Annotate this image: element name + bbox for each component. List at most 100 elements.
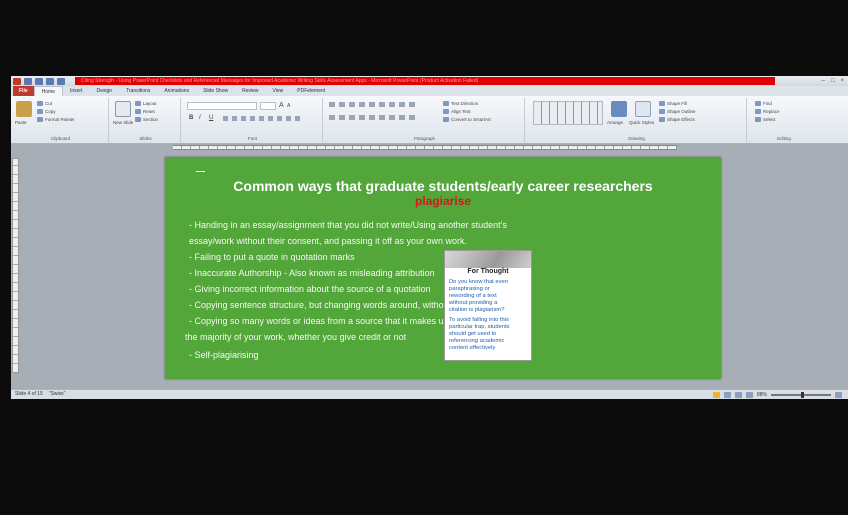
window-title: Citing Strength - Using PowerPoint Check… [75,77,775,85]
tab-view[interactable]: View [266,86,291,96]
for-thought-callout[interactable]: For Thought Do you know that even paraph… [444,250,532,361]
zoom-level[interactable]: 88% [757,392,767,398]
tab-file[interactable]: File [13,86,34,96]
slide-sorter-icon[interactable] [723,392,731,398]
italic-button[interactable]: I [199,115,201,121]
text-direction-button[interactable]: Text Direction [443,101,478,106]
clipboard-label: Clipboard [50,136,71,141]
slide-title-main: Common ways that graduate students/early… [233,178,653,194]
maximize-button[interactable]: □ [831,77,835,85]
font-name-box[interactable] [187,102,257,110]
font-format-icons[interactable] [223,116,303,121]
callout-image [445,251,531,268]
callout-line: without providing a [449,300,498,306]
paste-icon[interactable] [16,101,32,117]
minimize-button[interactable]: – [822,77,825,85]
paint-bucket-icon [659,101,665,106]
reset-label: Reset [143,109,155,114]
layout-label: Layout [143,101,157,106]
align-text-button[interactable]: Align Text [443,109,470,114]
quick-styles-icon[interactable] [635,101,651,117]
vertical-ruler [12,158,19,373]
callout-title: For Thought [467,268,509,275]
status-left: Slide 4 of 15 "Swiss" [15,391,65,398]
close-button[interactable]: × [840,77,844,85]
replace-button[interactable]: Replace [755,109,780,114]
align-text-icon [443,109,449,114]
new-slide-icon[interactable] [115,101,131,117]
tab-transitions[interactable]: Transitions [119,86,157,96]
slides-group: New Slide Layout Reset Section Slides [111,98,181,142]
title-accent-dash [196,171,205,172]
cut-button[interactable]: Cut [37,101,52,106]
grow-font-button[interactable]: A [279,102,284,109]
shrink-font-button[interactable]: A [287,103,290,109]
smartart-button[interactable]: Convert to SmartArt [443,117,491,122]
slide[interactable]: Common ways that graduate students/early… [165,157,721,379]
fit-to-window-icon[interactable] [835,392,842,398]
new-slide-button[interactable]: New Slide [113,120,133,125]
bold-button[interactable]: B [189,115,193,121]
slide-title[interactable]: Common ways that graduate students/early… [165,178,721,208]
tab-design[interactable]: Design [89,86,119,96]
select-button[interactable]: Select [755,117,776,122]
quick-access-toolbar [13,77,65,85]
paragraph-group: Text Direction Align Text Convert to Sma… [325,98,525,142]
slideshow-view-icon[interactable] [745,392,753,398]
section-button[interactable]: Section [135,117,158,122]
tab-home[interactable]: Home [33,86,63,96]
drawing-group: Arrange Quick Styles Shape Fill Shape Ou… [527,98,747,142]
reading-view-icon[interactable] [734,392,742,398]
ribbon: Paste Cut Copy Format Painter Clipboard … [11,96,848,144]
copy-button[interactable]: Copy [37,109,56,114]
app-icon[interactable] [13,77,21,85]
font-size-box[interactable] [260,102,276,110]
find-label: Find [763,101,772,106]
arrange-icon[interactable] [611,101,627,117]
redo-icon[interactable] [46,77,54,85]
paragraph-label: Paragraph [413,136,435,141]
quick-styles-button[interactable]: Quick Styles [629,120,654,125]
tab-animations[interactable]: Animations [157,86,196,96]
paste-button[interactable]: Paste [15,120,27,125]
zoom-slider[interactable] [771,392,831,398]
layout-button[interactable]: Layout [135,101,157,106]
smartart-icon [443,117,449,122]
reset-button[interactable]: Reset [135,109,155,114]
text-direction-label: Text Direction [451,101,479,106]
pen-icon [659,109,665,114]
tab-insert[interactable]: Insert [63,86,90,96]
normal-view-icon[interactable] [712,392,720,398]
section-label: Section [143,117,159,122]
slide-title-highlight: plagiarise [414,194,472,208]
tab-pdfelement[interactable]: PDFelement [290,86,332,96]
arrange-button[interactable]: Arrange [607,120,623,125]
find-button[interactable]: Find [755,101,772,106]
alignment-buttons[interactable] [329,115,419,120]
tab-review[interactable]: Review [235,86,265,96]
callout-line: citation is plagiarism? [449,307,505,313]
section-icon [135,117,141,122]
theme-name: "Swiss" [48,391,66,397]
save-icon[interactable] [24,77,32,85]
slide-counter: Slide 4 of 15 [15,391,43,397]
smartart-label: Convert to SmartArt [451,117,491,122]
shape-effects-button[interactable]: Shape Effects [659,117,695,122]
bullet-line: - Giving incorrect information about the… [189,284,431,294]
shape-outline-button[interactable]: Shape Outline [659,109,696,114]
shapes-gallery[interactable] [533,101,603,125]
list-buttons[interactable] [329,102,419,107]
underline-button[interactable]: U [209,115,213,121]
copy-icon [37,109,43,114]
powerpoint-window: Citing Strength - Using PowerPoint Check… [11,76,848,399]
shape-fill-button[interactable]: Shape Fill [659,101,687,106]
replace-icon [755,109,761,114]
zoom-slider-thumb[interactable] [801,392,804,398]
shape-outline-label: Shape Outline [667,109,696,114]
font-label: Font [247,136,257,141]
slideshow-icon[interactable] [57,77,65,85]
bullet-line: - Self-plagiarising [189,350,259,360]
format-painter-button[interactable]: Format Painter [37,117,75,122]
tab-slide-show[interactable]: Slide Show [196,86,235,96]
undo-icon[interactable] [35,77,43,85]
